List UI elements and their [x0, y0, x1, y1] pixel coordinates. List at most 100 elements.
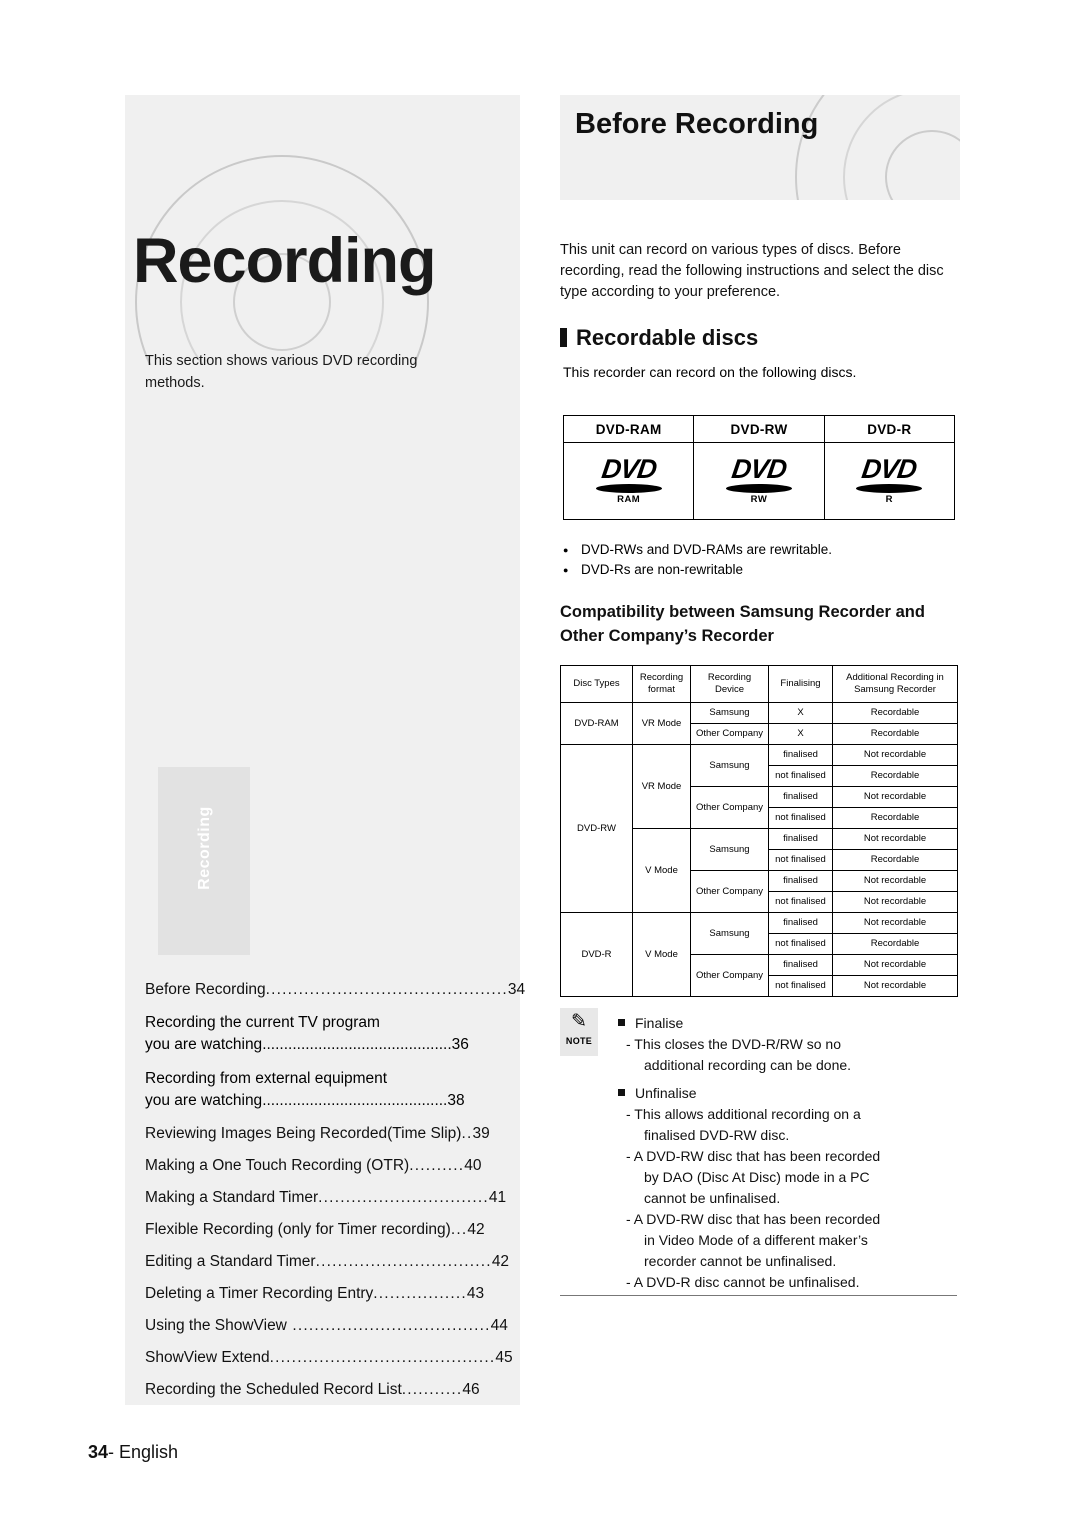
- cell-disc-type: DVD-RAM: [560, 702, 633, 745]
- toc-page: 42: [491, 1253, 510, 1270]
- col-header-recording-device: Recording Device: [690, 665, 769, 703]
- chapter-intro: This section shows various DVD recording…: [145, 353, 418, 391]
- toc-label: you are watching: [145, 1036, 263, 1053]
- toc-page: 36: [451, 1036, 469, 1053]
- note-item: Finalise: [618, 1013, 963, 1033]
- note-subline: in Video Mode of a different maker’s: [644, 1232, 868, 1248]
- toc-label-line1: Recording the current TV program: [145, 1014, 380, 1031]
- col-header-text: Device: [714, 684, 745, 695]
- cell-finalising: finalised: [768, 786, 833, 808]
- col-header-text: Disc Types: [573, 678, 620, 689]
- cell-finalising: not finalised: [768, 891, 833, 913]
- dvd-rw-logo-cell: DVD RW: [693, 442, 825, 520]
- cell-finalising: X: [768, 723, 833, 745]
- note-subline: - This closes the DVD-R/RW so no: [626, 1036, 841, 1052]
- note-badge: ✎ NOTE: [560, 1008, 598, 1056]
- section-heading-label: Recordable discs: [576, 325, 759, 350]
- cell-additional: Recordable: [832, 807, 958, 829]
- table-row: DVD RAM DVD RW DVD R: [562, 442, 956, 520]
- cell-device: Other Company: [690, 870, 769, 913]
- section-bullet-icon: [560, 328, 567, 347]
- toc-entry[interactable]: Making a One Touch Recording (OTR)......…: [145, 1156, 500, 1176]
- col-header-disc-types: Disc Types: [560, 665, 633, 703]
- cell-finalising: not finalised: [768, 933, 833, 955]
- cell-additional: Not recordable: [832, 828, 958, 850]
- toc-entry[interactable]: Recording from external equipment you ar…: [145, 1068, 500, 1112]
- cell-finalising: not finalised: [768, 765, 833, 787]
- cell-finalising: finalised: [768, 954, 833, 976]
- dvd-logo-text: DVD: [729, 454, 789, 484]
- toc-entry[interactable]: Editing a Standard Timer................…: [145, 1252, 509, 1272]
- col-header-text: Additional Recording in: [846, 672, 944, 683]
- toc-entry[interactable]: Recording the Scheduled Record List.....…: [145, 1380, 500, 1400]
- toc-label: Recording the Scheduled Record List: [145, 1381, 402, 1398]
- note-subline: additional recording can be done.: [644, 1057, 852, 1073]
- table-row: DVD-R V Mode Samsung finalised Not recor…: [560, 912, 958, 997]
- disc-header-cell: DVD-RAM: [562, 415, 695, 443]
- footer-dash: -: [108, 1442, 120, 1462]
- compatibility-heading-line2: Other Company’s Recorder: [560, 627, 774, 645]
- cell-additional: Not recordable: [832, 870, 958, 892]
- note-content: Finalise - This closes the DVD-R/RW so n…: [618, 1013, 963, 1293]
- toc-dots: ..: [461, 1125, 473, 1142]
- cell-additional: Not recordable: [832, 891, 958, 913]
- left-chapter-panel: Recording This section shows various DVD…: [125, 95, 525, 1405]
- cell-additional: Recordable: [832, 723, 958, 745]
- toc-page: 41: [488, 1189, 507, 1206]
- note-subline: by DAO (Disc At Disc) mode in a PC: [644, 1169, 870, 1185]
- cell-format: VR Mode: [632, 702, 691, 745]
- toc-dots: ........................................…: [262, 1036, 452, 1053]
- cell-finalising: not finalised: [768, 807, 833, 829]
- toc-label: Making a Standard Timer: [145, 1189, 319, 1206]
- toc-entry[interactable]: Using the ShowView .....................…: [145, 1316, 508, 1336]
- toc-page: 39: [472, 1125, 490, 1142]
- col-header-additional: Additional Recording in Samsung Recorder: [832, 665, 958, 703]
- table-row: DVD-RAM VR Mode Samsung X Recordable: [560, 702, 958, 745]
- toc-dots: ...............................: [318, 1189, 489, 1206]
- toc-entry[interactable]: Flexible Recording (only for Timer recor…: [145, 1220, 500, 1240]
- note-subline: - A DVD-RW disc that has been recorded: [626, 1211, 881, 1227]
- cell-device: Samsung: [690, 744, 769, 787]
- toc-dots: ........................................…: [265, 981, 508, 998]
- toc-page: 34: [507, 981, 526, 998]
- cell-additional: Not recordable: [832, 954, 958, 976]
- dvd-ram-logo-cell: DVD RAM: [562, 442, 695, 520]
- toc-entry[interactable]: Making a Standard Timer.................…: [145, 1188, 506, 1208]
- toc-dots: ....................................: [286, 1317, 491, 1334]
- cell-device: Samsung: [690, 912, 769, 955]
- compatibility-heading-line1: Compatibility between Samsung Recorder a…: [560, 603, 925, 621]
- toc-entry[interactable]: Before Recording........................…: [145, 980, 525, 1000]
- compatibility-table: Disc Types Recording format Recording Devi…: [560, 665, 958, 997]
- note-item: Unfinalise: [618, 1083, 963, 1103]
- toc-page: 40: [464, 1157, 482, 1174]
- toc-entry[interactable]: Reviewing Images Being Recorded(Time Sli…: [145, 1124, 500, 1144]
- toc-label: Deleting a Timer Recording Entry: [145, 1285, 374, 1302]
- toc-label: Editing a Standard Timer: [145, 1253, 316, 1270]
- cell-additional: Recordable: [832, 702, 958, 724]
- col-header-finalising: Finalising: [768, 665, 833, 703]
- toc-page: 44: [490, 1317, 508, 1334]
- toc-dots: .................: [373, 1285, 467, 1302]
- col-header-text: Finalising: [780, 678, 821, 689]
- toc-label: you are watching: [145, 1092, 263, 1109]
- table-row: Disc Types Recording format Recording Devi…: [560, 665, 958, 703]
- cell-device: Other Company: [690, 954, 769, 997]
- note-subline: cannot be unfinalised.: [644, 1190, 781, 1206]
- toc-page: 46: [462, 1381, 480, 1398]
- dvd-logo-text: DVD: [860, 454, 919, 484]
- toc-label: ShowView Extend: [145, 1349, 270, 1366]
- dvd-logo-ellipse: [595, 484, 662, 493]
- dvd-logo-text: DVD: [599, 454, 658, 484]
- cell-additional: Recordable: [832, 849, 958, 871]
- cell-disc-type: DVD-R: [560, 912, 633, 997]
- toc-page: 38: [447, 1092, 465, 1109]
- dvd-logo-icon: DVD RAM: [595, 454, 662, 505]
- toc-entry[interactable]: Recording the current TV program you are…: [145, 1012, 500, 1056]
- col-header-text: Recording: [639, 672, 684, 683]
- cell-additional: Not recordable: [832, 786, 958, 808]
- note-label: NOTE: [565, 1036, 593, 1046]
- toc-page: 45: [495, 1349, 513, 1366]
- table-row: DVD-RW VR Mode Samsung finalised Not rec…: [560, 744, 958, 913]
- toc-entry[interactable]: Deleting a Timer Recording Entry........…: [145, 1284, 500, 1304]
- toc-entry[interactable]: ShowView Extend.........................…: [145, 1348, 513, 1368]
